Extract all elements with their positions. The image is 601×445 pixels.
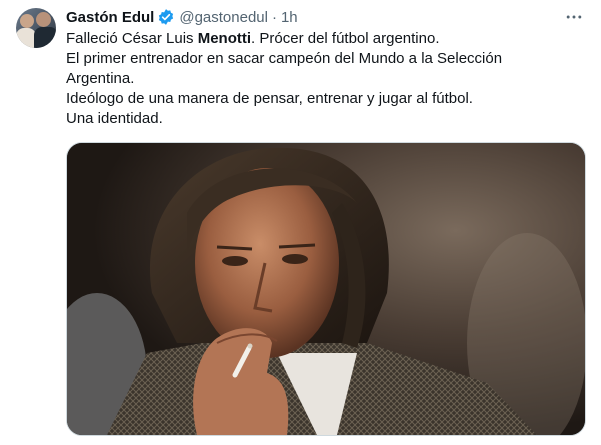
- avatar-face-left: [20, 14, 34, 28]
- tweet-line-5: Una identidad.: [66, 110, 163, 127]
- tweet-line-3: Argentina.: [66, 70, 135, 87]
- tweet-time[interactable]: 1h: [281, 9, 298, 26]
- more-options-icon[interactable]: [563, 6, 585, 28]
- verified-badge-icon[interactable]: [157, 8, 175, 26]
- tweet-photo[interactable]: [66, 142, 586, 436]
- author-handle[interactable]: @gastonedul: [179, 9, 268, 26]
- avatar[interactable]: [16, 8, 56, 48]
- tweet-line-4: Ideólogo de una manera de pensar, entren…: [66, 90, 473, 107]
- tweet-line-1: Falleció César Luis Menotti. Prócer del …: [66, 30, 440, 47]
- separator-dot: ·: [271, 8, 277, 26]
- tweet-line-2: El primer entrenador en sacar campeón de…: [66, 50, 503, 67]
- avatar-body-right: [34, 27, 56, 48]
- tweet-text: Falleció César Luis Menotti. Prócer del …: [66, 29, 586, 129]
- author-name[interactable]: Gastón Edul: [66, 9, 154, 26]
- avatar-body-left: [16, 28, 36, 48]
- avatar-face-right: [36, 12, 51, 27]
- tweet-header: Gastón Edul @gastonedul · 1h: [66, 6, 298, 28]
- tweet[interactable]: Gastón Edul @gastonedul · 1h Falleció Cé…: [0, 0, 601, 445]
